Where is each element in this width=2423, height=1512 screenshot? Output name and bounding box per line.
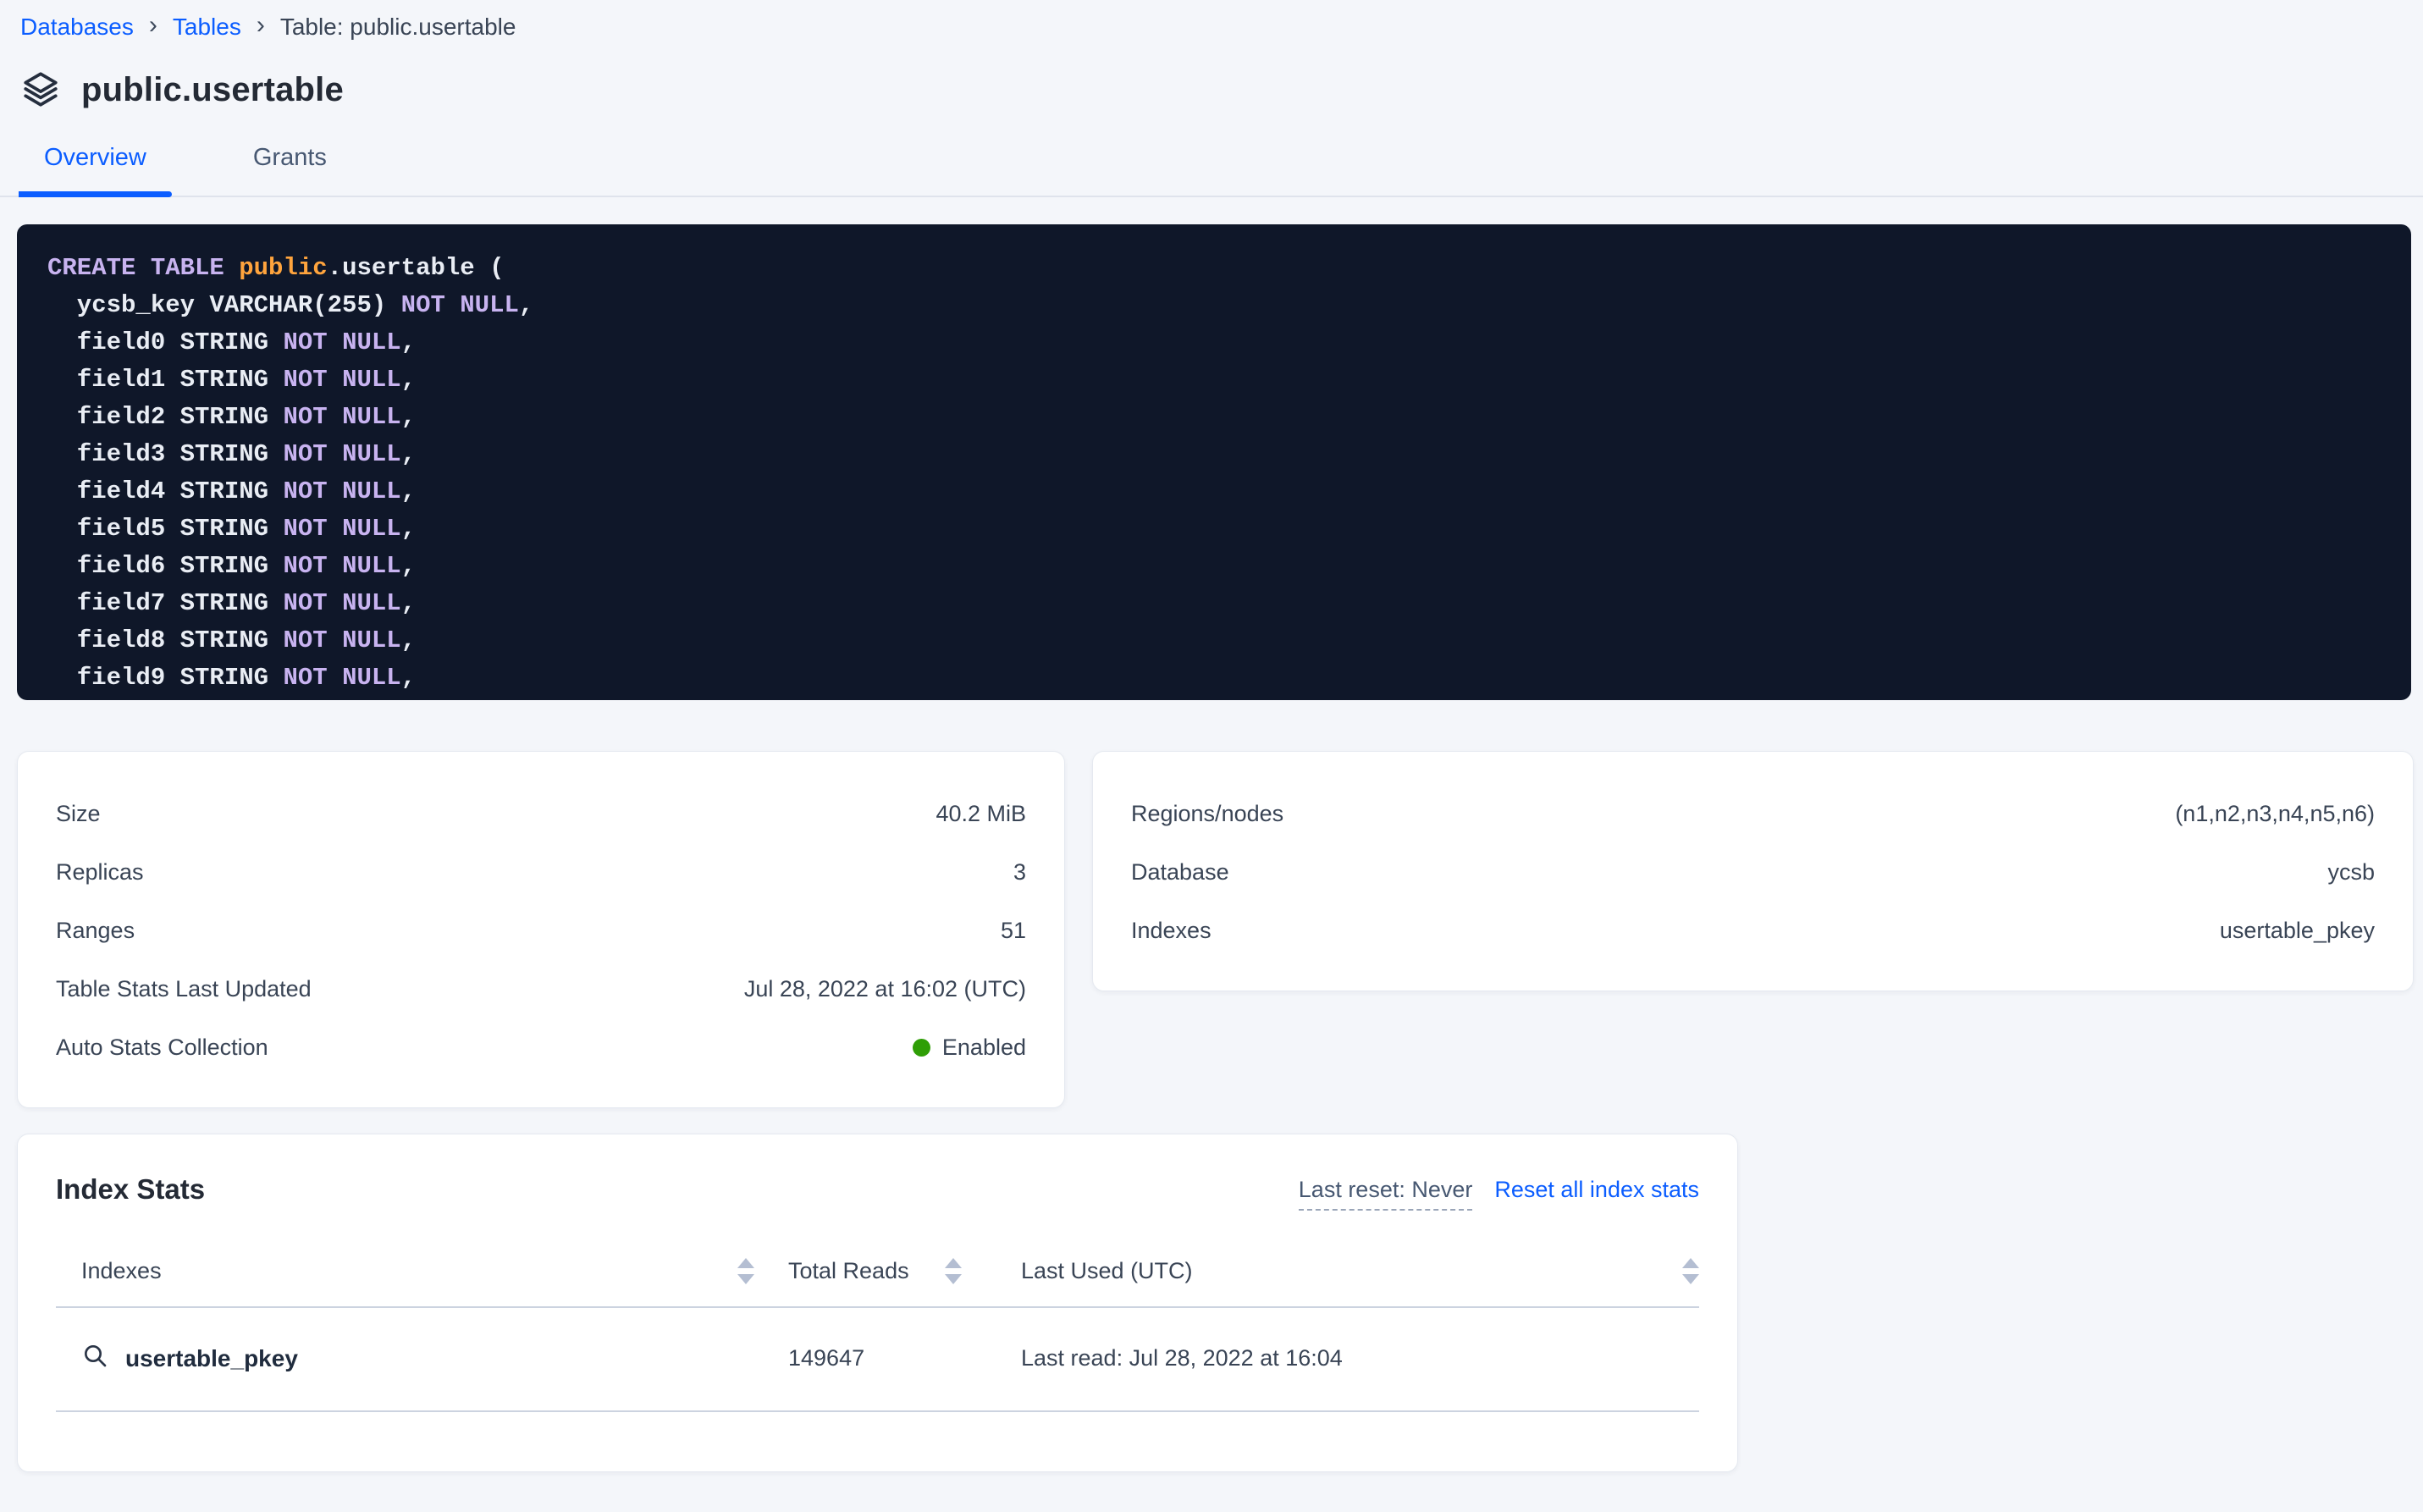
summary-label: Database <box>1131 854 1229 890</box>
sort-icon[interactable] <box>945 1258 962 1284</box>
breadcrumb-link-databases[interactable]: Databases <box>20 14 134 41</box>
summary-label: Table Stats Last Updated <box>56 971 312 1007</box>
database-value: ycsb <box>2327 854 2375 890</box>
summary-label: Replicas <box>56 854 144 890</box>
column-header-indexes: Indexes <box>81 1258 162 1284</box>
regions-value: (n1,n2,n3,n4,n5,n6) <box>2175 796 2375 831</box>
column-header-total-reads: Total Reads <box>788 1258 909 1284</box>
page-title: public.usertable <box>81 71 344 109</box>
search-icon <box>81 1342 108 1375</box>
breadcrumb-current: Table: public.usertable <box>280 14 516 41</box>
breadcrumb: Databases › Tables › Table: public.usert… <box>0 0 2423 41</box>
index-name[interactable]: usertable_pkey <box>125 1345 298 1372</box>
index-stats-title: Index Stats <box>56 1173 205 1206</box>
summary-row-stats-updated: Table Stats Last Updated Jul 28, 2022 at… <box>56 971 1026 1007</box>
tab-overview[interactable]: Overview <box>19 144 172 196</box>
sql-code: CREATE TABLE public.usertable ( ycsb_key… <box>47 250 2381 697</box>
sort-icon[interactable] <box>1682 1258 1699 1284</box>
sort-icon[interactable] <box>737 1258 754 1284</box>
summary-row-size: Size 40.2 MiB <box>56 796 1026 831</box>
status-dot-icon <box>913 1039 930 1057</box>
summary-label: Ranges <box>56 913 135 948</box>
summary-label: Size <box>56 796 101 831</box>
reset-index-stats-link[interactable]: Reset all index stats <box>1494 1177 1699 1203</box>
chevron-right-icon: › <box>149 14 157 37</box>
summary-row-regions: Regions/nodes (n1,n2,n3,n4,n5,n6) <box>1131 796 2375 831</box>
tab-grants[interactable]: Grants <box>228 144 352 196</box>
summary-label: Auto Stats Collection <box>56 1029 268 1065</box>
summary-row-replicas: Replicas 3 <box>56 854 1026 890</box>
index-stats-table: Indexes Total Reads Last Used (UTC) <box>56 1258 1699 1412</box>
ranges-value: 51 <box>1001 913 1026 948</box>
summary-cards: Size 40.2 MiB Replicas 3 Ranges 51 Table… <box>17 751 2414 1108</box>
chevron-right-icon: › <box>257 14 265 37</box>
summary-label: Indexes <box>1131 913 1212 948</box>
stats-updated-value: Jul 28, 2022 at 16:02 (UTC) <box>744 971 1026 1007</box>
column-header-last-used: Last Used (UTC) <box>1021 1258 1193 1284</box>
index-stats-card: Index Stats Last reset: Never Reset all … <box>17 1134 1738 1472</box>
table-details-card: Size 40.2 MiB Replicas 3 Ranges 51 Table… <box>17 751 1065 1108</box>
table-location-card: Regions/nodes (n1,n2,n3,n4,n5,n6) Databa… <box>1092 751 2414 991</box>
summary-row-ranges: Ranges 51 <box>56 913 1026 948</box>
table-stack-icon <box>20 69 61 110</box>
summary-row-auto-stats: Auto Stats Collection Enabled <box>56 1029 1026 1065</box>
summary-label: Regions/nodes <box>1131 796 1283 831</box>
replicas-value: 3 <box>1013 854 1026 890</box>
summary-row-indexes: Indexes usertable_pkey <box>1131 913 2375 948</box>
index-table-row[interactable]: usertable_pkey 149647 Last read: Jul 28,… <box>56 1308 1699 1412</box>
size-value: 40.2 MiB <box>936 796 1026 831</box>
indexes-value: usertable_pkey <box>2220 913 2375 948</box>
total-reads-value: 149647 <box>788 1345 1000 1371</box>
last-reset-label: Last reset: Never <box>1299 1177 1473 1211</box>
last-used-value: Last read: Jul 28, 2022 at 16:04 <box>1000 1345 1699 1371</box>
tab-bar: Overview Grants <box>0 144 2423 197</box>
auto-stats-value: Enabled <box>942 1029 1026 1065</box>
summary-row-database: Database ycsb <box>1131 854 2375 890</box>
create-table-sql-block: CREATE TABLE public.usertable ( ycsb_key… <box>17 224 2411 700</box>
breadcrumb-link-tables[interactable]: Tables <box>173 14 241 41</box>
page-header: public.usertable <box>20 69 2423 110</box>
